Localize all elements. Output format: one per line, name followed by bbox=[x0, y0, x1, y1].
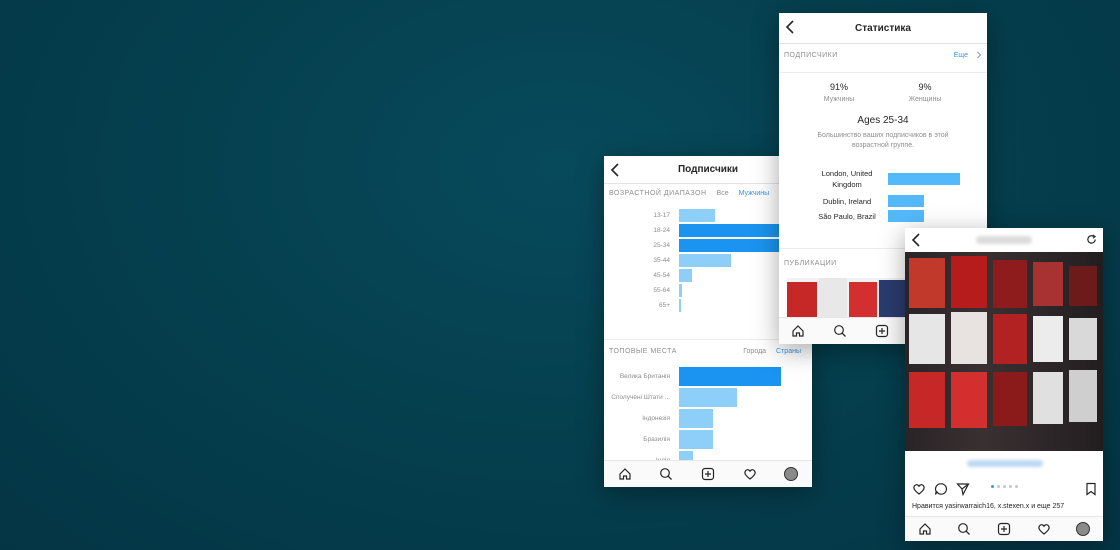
add-post-icon[interactable] bbox=[701, 467, 715, 481]
tab-cities[interactable]: Города bbox=[743, 348, 766, 355]
add-post-icon[interactable] bbox=[997, 522, 1011, 536]
blurred-username bbox=[976, 236, 1032, 244]
location-row-label: São Paulo, Brazil bbox=[818, 211, 876, 221]
country-row-bar bbox=[679, 367, 781, 386]
age-row: 65+ bbox=[604, 299, 681, 312]
age-row: 45-54 bbox=[604, 269, 692, 282]
age-row-bar bbox=[679, 284, 682, 297]
share-icon[interactable] bbox=[956, 482, 970, 496]
back-arrow-icon[interactable] bbox=[911, 233, 923, 247]
age-row-bar bbox=[679, 254, 731, 267]
age-row-bar bbox=[679, 299, 681, 312]
female-label: Женщины bbox=[908, 96, 942, 103]
likes-text[interactable]: Нравится yasirwarraich16, x.stexen.x и е… bbox=[912, 503, 1064, 510]
male-percentage: 91% bbox=[829, 82, 848, 92]
chevron-right-icon[interactable] bbox=[976, 51, 982, 59]
country-row-bar bbox=[679, 409, 713, 428]
country-row: Сполучені Штати ... bbox=[604, 388, 737, 407]
age-row-bar bbox=[679, 269, 692, 282]
back-arrow-icon[interactable] bbox=[610, 163, 622, 177]
age-row: 13-17 bbox=[604, 209, 715, 222]
country-row: Індонезія bbox=[604, 409, 713, 428]
age-row-label: 18-24 bbox=[653, 227, 670, 234]
add-post-icon[interactable] bbox=[875, 324, 889, 338]
more-link[interactable]: Еще bbox=[954, 52, 968, 59]
top-places-heading: ТОПОВЫЕ МЕСТА bbox=[609, 348, 677, 355]
post-phone: Нравится yasirwarraich16, x.stexen.x и е… bbox=[905, 228, 1103, 541]
female-percentage: 9% bbox=[918, 82, 932, 92]
location-row: London, United Kingdom bbox=[809, 168, 960, 190]
tab-men[interactable]: Мужчины bbox=[739, 190, 770, 197]
home-icon[interactable] bbox=[791, 324, 805, 338]
age-row: 35-44 bbox=[604, 254, 731, 267]
bottom-nav bbox=[604, 460, 812, 487]
age-row-label: 35-44 bbox=[653, 257, 670, 264]
bottom-nav bbox=[905, 516, 1103, 541]
page-title: Статистика bbox=[855, 22, 911, 34]
country-row-bar bbox=[679, 388, 737, 407]
publications-heading: ПУБЛИКАЦИИ bbox=[784, 260, 837, 267]
blurred-caption bbox=[967, 460, 1043, 467]
country-row-bar bbox=[679, 430, 713, 449]
profile-avatar[interactable] bbox=[1076, 522, 1091, 536]
country-row-label: Індонезія bbox=[642, 415, 670, 422]
age-row: 55-64 bbox=[604, 284, 682, 297]
age-row-bar bbox=[679, 209, 715, 222]
location-row: Dublin, Ireland bbox=[809, 195, 924, 207]
search-icon[interactable] bbox=[659, 467, 673, 481]
location-row-label: London, United Kingdom bbox=[821, 169, 873, 189]
location-row-label: Dublin, Ireland bbox=[822, 196, 872, 206]
age-row-label: 13-17 bbox=[653, 212, 670, 219]
country-row-label: Сполучені Штати ... bbox=[611, 394, 670, 401]
search-icon[interactable] bbox=[957, 522, 971, 536]
post-actions bbox=[912, 482, 1098, 496]
age-section-heading: ВОЗРАСТНОЙ ДИАПАЗОН bbox=[609, 190, 707, 197]
age-row-label: 45-54 bbox=[653, 272, 670, 279]
age-row-label: 25-34 bbox=[653, 242, 670, 249]
stats-header: Статистика bbox=[779, 13, 987, 44]
followers-section-heading: ПОДПИСЧИКИ bbox=[784, 51, 838, 59]
home-icon[interactable] bbox=[918, 522, 932, 536]
comment-icon[interactable] bbox=[934, 482, 948, 496]
location-row-bar bbox=[888, 210, 924, 222]
post-image[interactable] bbox=[905, 252, 1103, 451]
age-row-label: 65+ bbox=[658, 302, 670, 309]
country-row: Бразилія bbox=[604, 430, 713, 449]
location-row-bar bbox=[888, 195, 924, 207]
tab-all[interactable]: Все bbox=[717, 190, 729, 197]
search-icon[interactable] bbox=[833, 324, 847, 338]
profile-avatar[interactable] bbox=[784, 467, 799, 481]
home-icon[interactable] bbox=[618, 467, 632, 481]
bookmark-icon[interactable] bbox=[1084, 482, 1098, 496]
refresh-icon[interactable] bbox=[1086, 234, 1097, 245]
publication-thumbnail[interactable] bbox=[787, 278, 907, 318]
age-row-label: 55-64 bbox=[653, 287, 670, 294]
country-row-label: Бразилія bbox=[643, 436, 670, 443]
age-description: Большинство ваших подписчиков в этой воз… bbox=[817, 132, 949, 149]
tab-countries[interactable]: Страны bbox=[776, 348, 801, 355]
back-arrow-icon[interactable] bbox=[785, 20, 797, 34]
location-row-bar bbox=[888, 173, 960, 185]
heart-icon[interactable] bbox=[1037, 522, 1051, 536]
heart-icon[interactable] bbox=[912, 482, 926, 496]
age-heading: Ages 25-34 bbox=[857, 115, 909, 126]
heart-icon[interactable] bbox=[743, 467, 757, 481]
country-row: Велика Британія bbox=[604, 367, 781, 386]
location-row: São Paulo, Brazil bbox=[809, 210, 924, 222]
age-row: 18-24 bbox=[604, 224, 797, 237]
post-header bbox=[905, 228, 1103, 253]
male-label: Мужчины bbox=[823, 96, 855, 103]
country-row-label: Велика Британія bbox=[619, 373, 670, 380]
page-title: Подписчики bbox=[677, 164, 739, 175]
